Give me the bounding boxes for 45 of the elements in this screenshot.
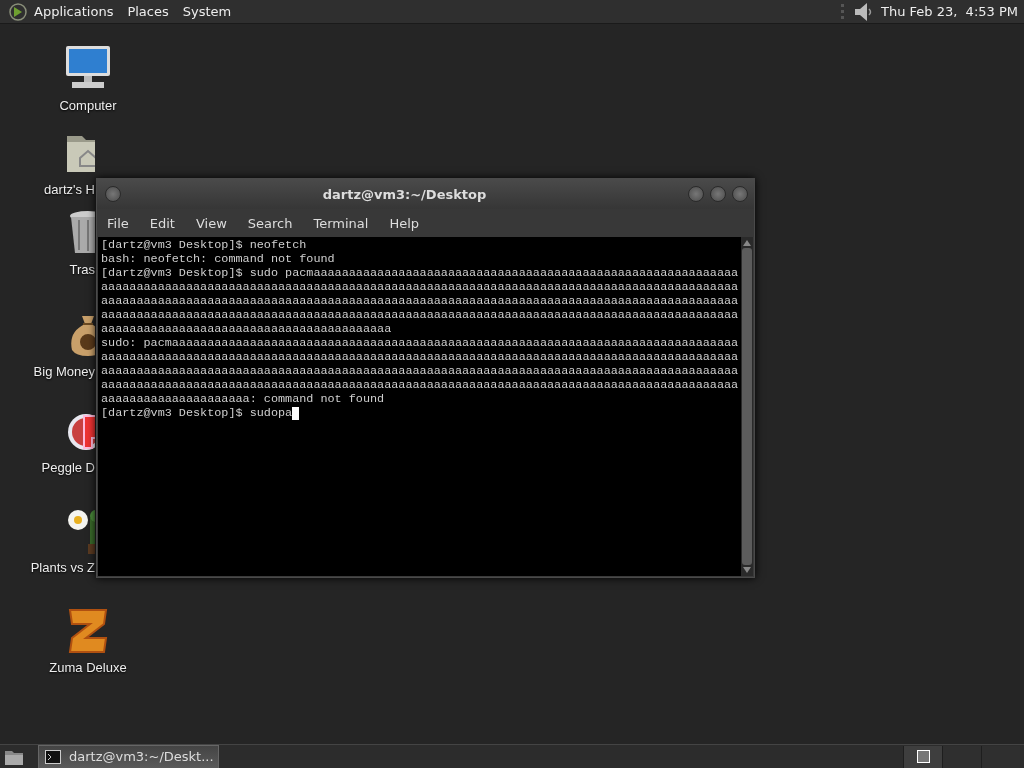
terminal-line: aaaaaaaaaaaaaaaaaaaaaaaaaaaaaaaaaaaaaaaaaaaaaaaaaaaaaaaaaaaaaaaaaaaaaaaaaaaaaaaaaaaaaaaaaa	[101, 308, 740, 322]
desktop-icon-label[interactable]: Big Money	[33, 364, 95, 379]
window-title: dartz@vm3:~/Desktop	[321, 186, 488, 202]
scrollbar-thumb[interactable]	[742, 248, 752, 565]
scroll-up-icon[interactable]	[743, 240, 751, 246]
handle-icon[interactable]	[840, 2, 845, 21]
terminal-line: aaaaaaaaaaaaaaaaaaaaaaaaaaaaaaaaaaaaaaaaaaaaaaaaaaaaaaaaaaaaaaaaaaaaaaaaaaaaaaaaaaaaaaaaaa	[101, 350, 740, 364]
minimize-button[interactable]	[688, 186, 704, 202]
desktop-icon-label[interactable]: Computer	[59, 98, 117, 113]
terminal-line: [dartz@vm3 Desktop]$ sudo pacmaaaaaaaaaaaaaaaaaaaaaaaaaaaaaaaaaaaaaaaaaaaaaaaaaaaaaaaaaaaa	[101, 266, 740, 280]
menu-item[interactable]: File	[107, 215, 129, 231]
logo-icon[interactable]	[8, 1, 28, 22]
panel-menu[interactable]: Applications	[34, 4, 114, 19]
window-menu-button[interactable]	[105, 186, 121, 202]
terminal-line: aaaaaaaaaaaaaaaaaaaaaaaaaaaaaaaaaaaaaaaaa	[101, 322, 393, 336]
maximize-button[interactable]	[710, 186, 726, 202]
terminal-line: aaaaaaaaaaaaaaaaaaaaaaaaaaaaaaaaaaaaaaaaaaaaaaaaaaaaaaaaaaaaaaaaaaaaaaaaaaaaaaaaaaaaaaaaaa	[101, 294, 740, 308]
terminal-line: aaaaaaaaaaaaaaaaaaaaaaaaaaaaaaaaaaaaaaaaaaaaaaaaaaaaaaaaaaaaaaaaaaaaaaaaaaaaaaaaaaaaaaaaaa	[101, 378, 740, 392]
terminal-line: [dartz@vm3 Desktop]$ sudopa	[101, 406, 293, 420]
menu-item[interactable]: Terminal	[313, 215, 369, 231]
menu-item[interactable]: Search	[247, 215, 293, 231]
menu-item[interactable]: Edit	[149, 215, 175, 231]
clock[interactable]: Thu Feb 23, 4:53 PM	[880, 4, 1018, 19]
terminal-line: aaaaaaaaaaaaaaaaaaaaaaaaaaaaaaaaaaaaaaaaaaaaaaaaaaaaaaaaaaaaaaaaaaaaaaaaaaaaaaaaaaaaaaaaaa	[101, 280, 740, 294]
desktop-icon-label[interactable]: Peggle D	[41, 460, 95, 475]
scrollbar[interactable]	[741, 237, 753, 576]
terminal-line: sudo: pacmaaaaaaaaaaaaaaaaaaaaaaaaaaaaaaaaaaaaaaaaaaaaaaaaaaaaaaaaaaaaaaaaaaaaaaaaaaaaaaaa	[101, 336, 740, 350]
panel-menu[interactable]: System	[182, 4, 232, 19]
title-bar[interactable]: dartz@vm3:~/Desktop	[97, 179, 754, 209]
workspace[interactable]	[903, 745, 942, 768]
terminal-line: [dartz@vm3 Desktop]$ neofetch	[101, 238, 308, 252]
terminal-line: aaaaaaaaaaaaaaaaaaaaa: command not found	[101, 392, 386, 406]
scroll-down-icon[interactable]	[743, 567, 751, 573]
taskbar-button[interactable]: dartz@vm3:~/Deskt...	[38, 744, 219, 768]
terminal-line: aaaaaaaaaaaaaaaaaaaaaaaaaaaaaaaaaaaaaaaaaaaaaaaaaaaaaaaaaaaaaaaaaaaaaaaaaaaaaaaaaaaaaaaaaa	[101, 364, 740, 378]
terminal-line: bash: neofetch: command not found	[101, 252, 336, 266]
panel-menu[interactable]: Places	[127, 4, 169, 19]
desktop-icon-label[interactable]: Tras	[69, 262, 95, 277]
close-button[interactable]	[732, 186, 748, 202]
menu-item[interactable]: Help	[389, 215, 420, 231]
desktop-icon-label[interactable]: Plants vs Z	[30, 560, 95, 575]
desktop-icon-label[interactable]: dartz's H	[44, 182, 95, 197]
menu-item[interactable]: View	[195, 215, 227, 231]
terminal-icon	[45, 749, 61, 764]
desktop-icon-label[interactable]: Zuma Deluxe	[49, 660, 127, 675]
